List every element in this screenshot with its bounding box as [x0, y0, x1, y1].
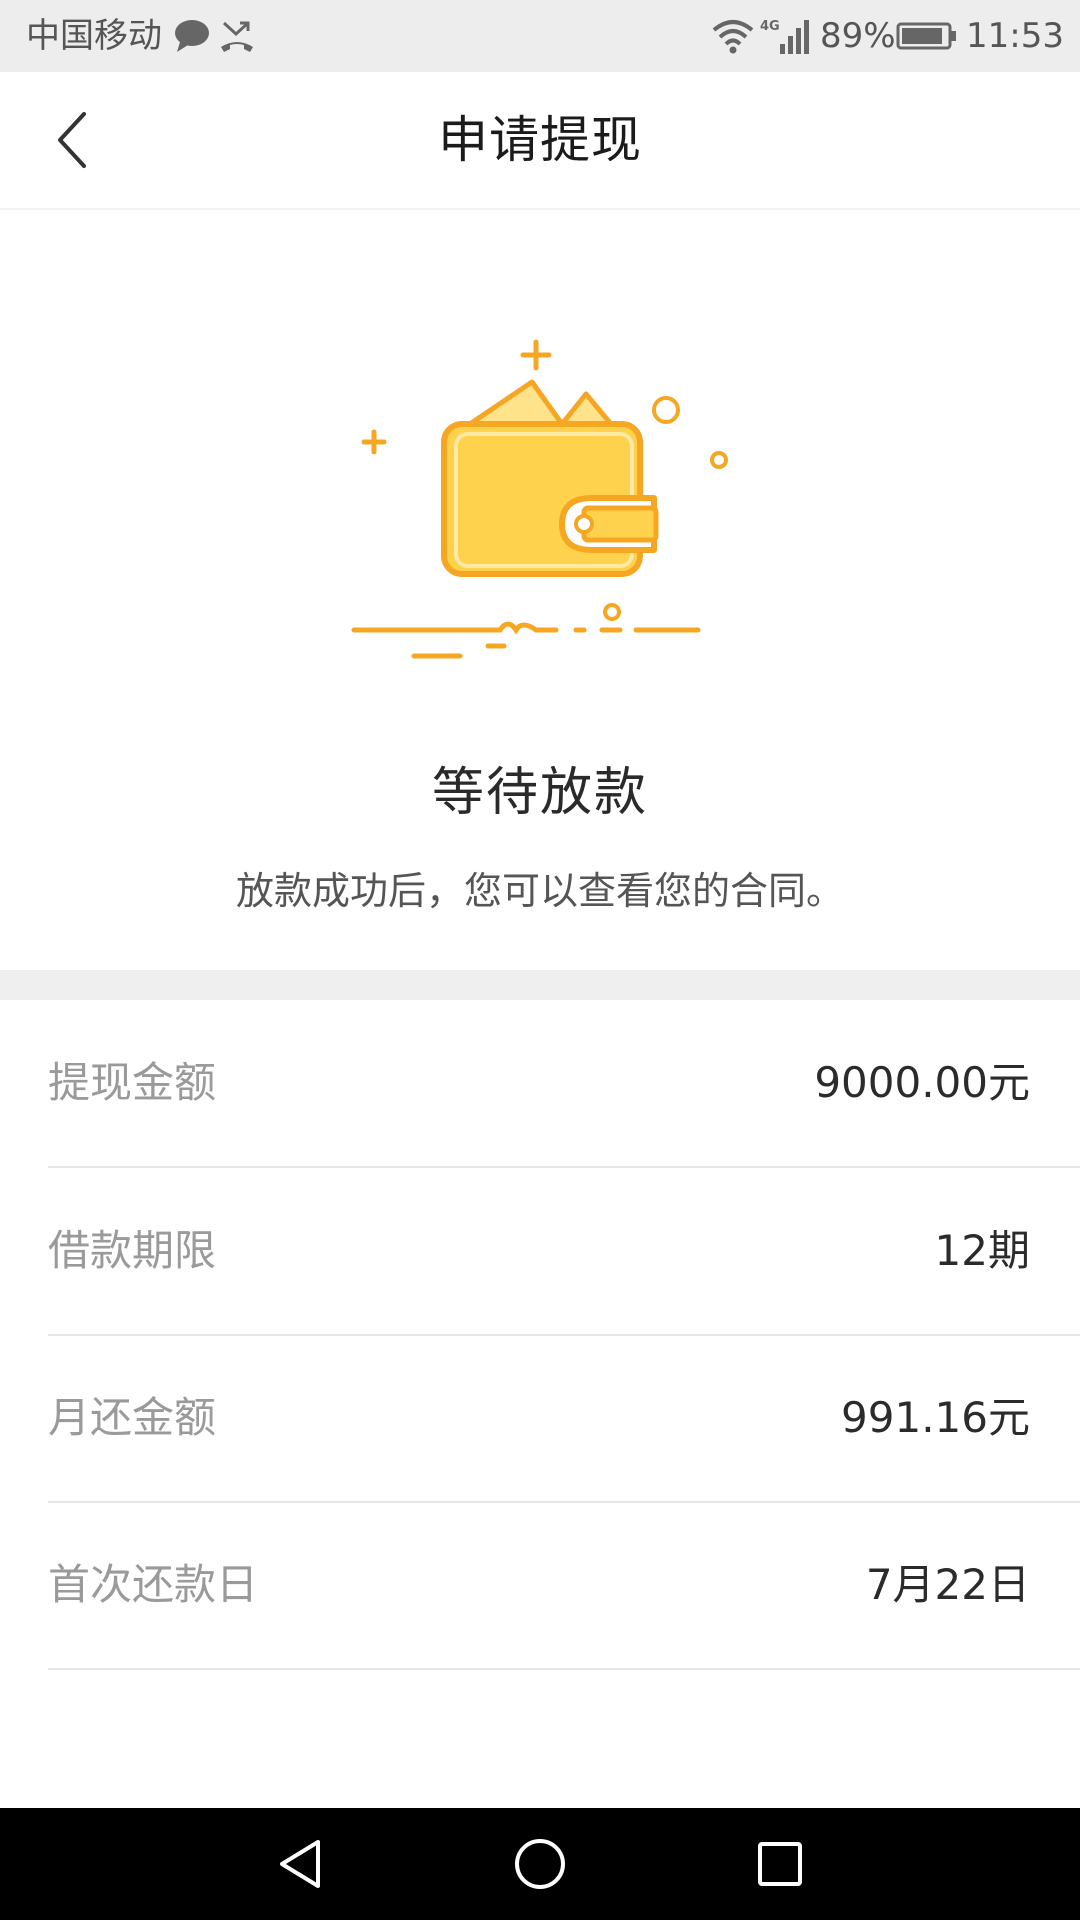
- battery-percent: 89%: [820, 16, 896, 56]
- withdraw-status-panel: 等待放款 放款成功后，您可以查看您的合同。: [0, 210, 1080, 970]
- network-type-label: 4G: [760, 19, 780, 34]
- status-title: 等待放款: [431, 763, 648, 823]
- detail-row-term: 借款期限 12期: [48, 1168, 1080, 1336]
- section-divider: [0, 970, 1080, 1000]
- detail-value: 991.16元: [841, 1393, 1030, 1442]
- missed-call-icon: [218, 0, 256, 72]
- detail-value: 9000.00元: [814, 1058, 1030, 1107]
- status-subtitle: 放款成功后，您可以查看您的合同。: [235, 869, 844, 913]
- message-icon: [172, 0, 212, 72]
- clock: 11:53: [966, 16, 1064, 56]
- system-nav-bar: [0, 1808, 1080, 1920]
- signal-icon: 4G: [758, 0, 816, 72]
- back-triangle-icon: [280, 1840, 320, 1888]
- detail-label: 提现金额: [48, 1058, 217, 1107]
- nav-home-button[interactable]: [500, 1824, 580, 1904]
- status-bar: 中国移动 4G 89% 11:53: [0, 0, 1080, 72]
- home-circle-icon: [515, 1839, 565, 1889]
- nav-recents-button[interactable]: [740, 1824, 820, 1904]
- detail-label: 首次还款日: [48, 1560, 259, 1609]
- detail-row-first-repayment-date: 首次还款日 7月22日: [48, 1502, 1080, 1670]
- recents-square-icon: [758, 1842, 802, 1886]
- detail-label: 月还金额: [48, 1393, 217, 1442]
- back-arrow-icon: [58, 112, 86, 168]
- title-bar: 申请提现: [0, 72, 1080, 210]
- page-title: 申请提现: [438, 111, 642, 169]
- wallet-illustration: [351, 339, 728, 659]
- detail-label: 借款期限: [48, 1226, 217, 1275]
- carrier-name: 中国移动: [26, 16, 162, 56]
- detail-value: 12期: [934, 1226, 1030, 1275]
- battery-icon: [896, 0, 958, 72]
- detail-value: 7月22日: [865, 1560, 1030, 1609]
- detail-row-amount: 提现金额 9000.00元: [48, 1000, 1080, 1168]
- back-button[interactable]: [32, 100, 112, 180]
- wifi-icon: [712, 0, 754, 72]
- detail-row-monthly-payment: 月还金额 991.16元: [48, 1335, 1080, 1503]
- nav-back-button[interactable]: [260, 1824, 340, 1904]
